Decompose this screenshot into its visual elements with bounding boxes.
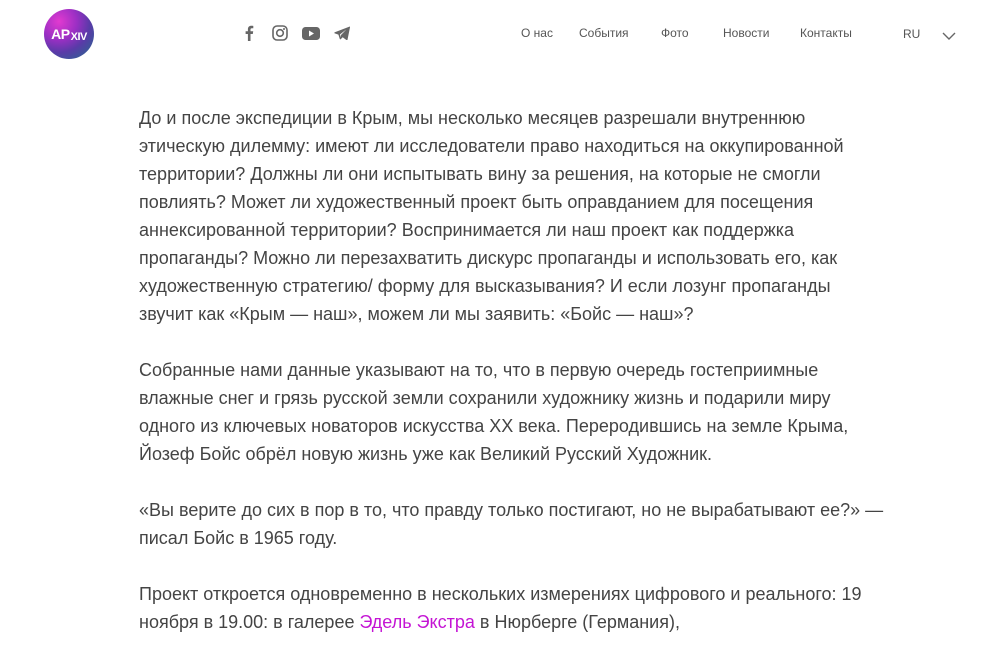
article-paragraph: До и после экспедиции в Крым, мы несколь… xyxy=(139,108,844,324)
instagram-icon[interactable] xyxy=(271,24,289,42)
chevron-down-icon[interactable] xyxy=(942,28,956,40)
article-body: До и после экспедиции в Крым, мы несколь… xyxy=(139,104,884,664)
nav-about[interactable]: О нас xyxy=(521,26,553,40)
site-logo[interactable]: AP XIV xyxy=(44,9,94,59)
nav-events[interactable]: События xyxy=(579,26,629,40)
paragraph-text: в Нюрберге (Германия), xyxy=(474,612,680,632)
nav-photo[interactable]: Фото xyxy=(661,26,689,40)
nav-contacts[interactable]: Контакты xyxy=(800,26,852,40)
youtube-icon[interactable] xyxy=(302,24,320,42)
gallery-link[interactable]: Эдель Экстра xyxy=(359,612,474,632)
site-header: AP XIV О нас События Фото Новости Контакт… xyxy=(0,0,1004,70)
telegram-icon[interactable] xyxy=(333,24,351,42)
article-paragraph: «Вы верите до сих в пор в то, что правду… xyxy=(139,500,884,548)
language-selector[interactable]: RU xyxy=(903,27,920,41)
article-paragraph: Собранные нами данные указывают на то, ч… xyxy=(139,360,849,464)
article-paragraph: Проект откроется одновременно в нескольк… xyxy=(139,580,884,636)
nav-news[interactable]: Новости xyxy=(723,26,769,40)
social-links xyxy=(240,24,351,42)
facebook-icon[interactable] xyxy=(240,24,258,42)
logo-text-main: AP xyxy=(51,26,70,42)
logo-text-sub: XIV xyxy=(70,30,88,43)
